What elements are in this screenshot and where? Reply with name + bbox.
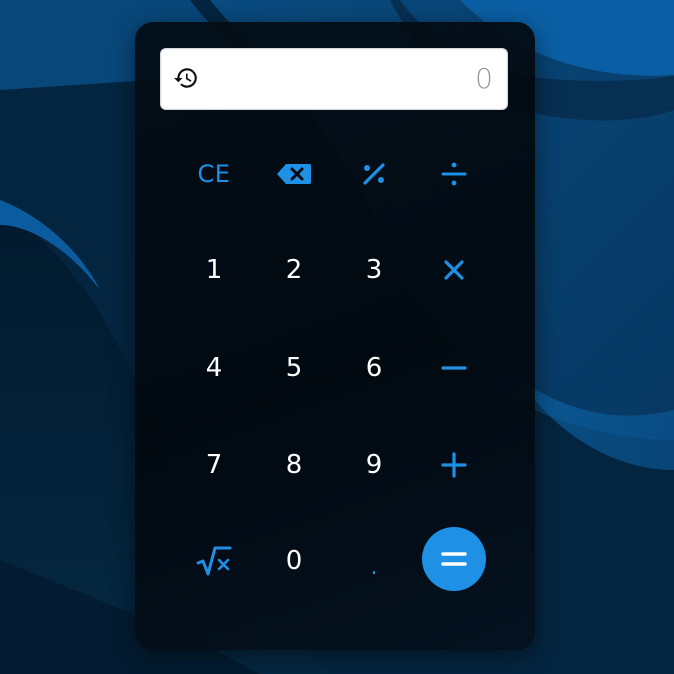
equals-button[interactable] <box>422 527 486 591</box>
digit-6-button[interactable]: 6 <box>342 336 406 400</box>
divide-button[interactable] <box>422 142 486 206</box>
plus-button[interactable] <box>422 433 486 497</box>
minus-icon <box>441 366 467 370</box>
divide-icon <box>441 162 467 186</box>
digit-8-button[interactable]: 8 <box>262 433 326 497</box>
digit-2-label: 2 <box>285 255 303 285</box>
square-root-button[interactable] <box>182 529 246 593</box>
digit-1-button[interactable]: 1 <box>182 238 246 302</box>
display-field: 0 <box>160 48 508 110</box>
digit-9-button[interactable]: 9 <box>342 433 406 497</box>
clear-entry-button[interactable]: CE <box>182 142 246 206</box>
digit-5-label: 5 <box>285 353 303 383</box>
digit-7-label: 7 <box>205 450 223 480</box>
digit-0-label: 0 <box>285 546 303 576</box>
digit-4-button[interactable]: 4 <box>182 336 246 400</box>
digit-3-button[interactable]: 3 <box>342 238 406 302</box>
decimal-point-button[interactable]: . <box>342 529 406 593</box>
digit-4-label: 4 <box>205 353 223 383</box>
digit-0-button[interactable]: 0 <box>262 529 326 593</box>
history-button[interactable] <box>171 63 201 93</box>
minus-button[interactable] <box>422 336 486 400</box>
multiply-button[interactable] <box>422 238 486 302</box>
backspace-icon <box>277 164 311 184</box>
digit-9-label: 9 <box>365 450 383 480</box>
decimal-point-label: . <box>370 554 378 580</box>
digit-5-button[interactable]: 5 <box>262 336 326 400</box>
percent-button[interactable] <box>342 142 406 206</box>
plus-icon <box>441 452 467 478</box>
clear-entry-label: CE <box>197 160 231 188</box>
multiply-icon <box>444 260 464 280</box>
equals-circle <box>422 527 486 591</box>
digit-6-label: 6 <box>365 353 383 383</box>
digit-8-label: 8 <box>285 450 303 480</box>
digit-7-button[interactable]: 7 <box>182 433 246 497</box>
percent-icon <box>363 163 385 185</box>
digit-3-label: 3 <box>365 255 383 285</box>
backspace-button[interactable] <box>262 142 326 206</box>
calculator-panel: 0 CE 1 2 3 4 5 6 7 8 9 0 . <box>135 22 535 650</box>
digit-1-label: 1 <box>205 255 223 285</box>
display-value: 0 <box>475 62 493 95</box>
history-icon <box>174 68 197 88</box>
digit-2-button[interactable]: 2 <box>262 238 326 302</box>
square-root-icon <box>196 546 232 576</box>
equals-icon <box>441 552 467 566</box>
